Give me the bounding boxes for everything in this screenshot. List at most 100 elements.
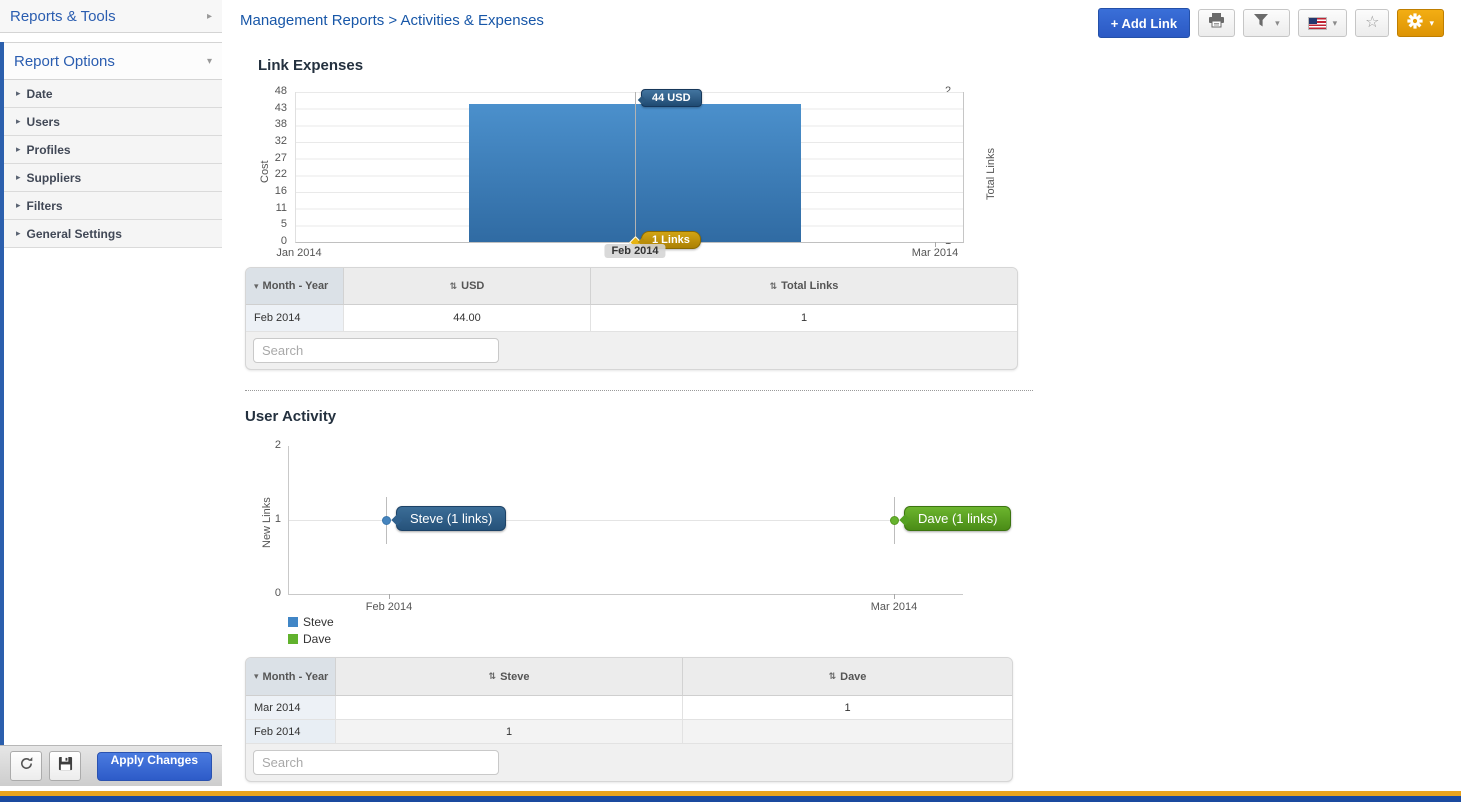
dave-tooltip: Dave (1 links) bbox=[904, 506, 1011, 531]
section-separator bbox=[245, 390, 1033, 391]
sidebar-item-filters[interactable]: ▸ Filters bbox=[4, 192, 222, 220]
steve-swatch-icon bbox=[288, 617, 298, 627]
sidebar-item-label: Users bbox=[27, 115, 60, 129]
y-tick: 5 bbox=[245, 218, 287, 230]
search-input[interactable] bbox=[253, 338, 499, 363]
x-tickmark bbox=[935, 242, 936, 247]
app-root: Reports & Tools ▸ Report Options ▾ ▸ Dat… bbox=[0, 0, 1461, 802]
y-tick: 16 bbox=[245, 185, 287, 197]
steve-tooltip: Steve (1 links) bbox=[396, 506, 506, 531]
apply-changes-button[interactable]: Apply Changes bbox=[97, 752, 212, 781]
column-header-label: Month - Year bbox=[263, 280, 329, 292]
cell-total-links: 1 bbox=[591, 305, 1017, 332]
x-tick-feb: Feb 2014 bbox=[366, 601, 412, 613]
top-toolbar: + Add Link ▾ ▾ ☆ ▾ bbox=[1098, 8, 1444, 38]
cell-month-year: Feb 2014 bbox=[246, 720, 336, 744]
sidebar-item-profiles[interactable]: ▸ Profiles bbox=[4, 136, 222, 164]
sort-both-icon: ⇅ bbox=[770, 281, 778, 292]
caret-down-icon: ▾ bbox=[1333, 18, 1338, 29]
search-input[interactable] bbox=[253, 750, 499, 775]
add-link-button[interactable]: + Add Link bbox=[1098, 8, 1190, 38]
caret-down-icon: ▾ bbox=[207, 56, 212, 67]
star-icon: ☆ bbox=[1365, 15, 1379, 31]
legend-item-dave[interactable]: Dave bbox=[288, 632, 334, 646]
x-tickmark bbox=[894, 594, 895, 599]
sidebar-item-date[interactable]: ▸ Date bbox=[4, 80, 222, 108]
total-links-axis-label: Total Links bbox=[985, 148, 997, 200]
chart-legend: Steve Dave bbox=[288, 615, 334, 646]
us-flag-icon bbox=[1308, 17, 1327, 30]
caret-right-icon: ▸ bbox=[16, 144, 21, 155]
gear-icon bbox=[1407, 13, 1423, 34]
column-header-month-year[interactable]: ▾ Month - Year bbox=[246, 658, 336, 696]
user-activity-table: ▾ Month - Year ⇅ Steve ⇅ Dave Mar 2014 1… bbox=[245, 657, 1013, 782]
cell-dave bbox=[683, 720, 1012, 744]
favorite-button[interactable]: ☆ bbox=[1355, 9, 1389, 37]
y-tick: 22 bbox=[245, 168, 287, 180]
breadcrumb-management-reports[interactable]: Management Reports bbox=[240, 12, 384, 29]
column-header-dave[interactable]: ⇅ Dave bbox=[683, 658, 1012, 696]
column-header-usd[interactable]: ⇅ USD bbox=[344, 268, 591, 305]
column-header-label: Total Links bbox=[781, 280, 838, 292]
plot-area: Steve (1 links) Dave (1 links) Feb 2014 … bbox=[288, 446, 963, 595]
breadcrumb-activities-expenses: Activities & Expenses bbox=[401, 12, 544, 29]
legend-item-steve[interactable]: Steve bbox=[288, 615, 334, 629]
crosshair-line bbox=[635, 92, 636, 242]
sidebar-item-label: General Settings bbox=[27, 227, 122, 241]
dave-swatch-icon bbox=[288, 634, 298, 644]
link-expenses-table: ▾ Month - Year ⇅ USD ⇅ Total Links Feb 2… bbox=[245, 267, 1018, 370]
report-options-header[interactable]: Report Options ▾ bbox=[4, 43, 222, 80]
caret-right-icon: ▸ bbox=[16, 228, 21, 239]
column-header-label: Steve bbox=[500, 671, 529, 683]
table-row: Feb 2014 1 bbox=[246, 720, 1012, 744]
y-tick: 0 bbox=[245, 235, 287, 247]
cell-steve bbox=[336, 696, 683, 720]
sort-both-icon: ⇅ bbox=[450, 281, 458, 292]
sidebar-item-label: Date bbox=[27, 87, 53, 101]
cell-month-year: Feb 2014 bbox=[246, 305, 344, 332]
table-header-row: ▾ Month - Year ⇅ USD ⇅ Total Links bbox=[246, 268, 1017, 305]
column-header-label: Dave bbox=[840, 671, 866, 683]
caret-right-icon: ▸ bbox=[207, 11, 212, 22]
legend-label: Steve bbox=[303, 615, 334, 629]
steve-data-point[interactable] bbox=[382, 516, 391, 525]
column-header-label: USD bbox=[461, 280, 484, 292]
caret-right-icon: ▸ bbox=[16, 200, 21, 211]
table-row: Mar 2014 1 bbox=[246, 696, 1012, 720]
sort-both-icon: ⇅ bbox=[829, 671, 837, 682]
legend-label: Dave bbox=[303, 632, 331, 646]
x-tick-mar: Mar 2014 bbox=[912, 247, 958, 259]
sidebar-header-reports-tools[interactable]: Reports & Tools ▸ bbox=[0, 0, 222, 33]
sidebar-item-general-settings[interactable]: ▸ General Settings bbox=[4, 220, 222, 248]
sidebar-item-label: Filters bbox=[27, 199, 63, 213]
print-button[interactable] bbox=[1198, 9, 1235, 37]
footer-blue-bar bbox=[0, 796, 1461, 802]
table-header-row: ▾ Month - Year ⇅ Steve ⇅ Dave bbox=[246, 658, 1012, 696]
caret-down-icon: ▾ bbox=[1429, 18, 1434, 29]
refresh-button[interactable] bbox=[10, 751, 42, 781]
column-header-total-links[interactable]: ⇅ Total Links bbox=[591, 268, 1017, 305]
usd-tooltip: 44 USD bbox=[641, 89, 702, 107]
settings-dropdown-button[interactable]: ▾ bbox=[1397, 9, 1444, 37]
sidebar-item-suppliers[interactable]: ▸ Suppliers bbox=[4, 164, 222, 192]
sidebar: Reports & Tools ▸ Report Options ▾ ▸ Dat… bbox=[0, 0, 222, 802]
sidebar-footer: Apply Changes bbox=[0, 745, 222, 786]
caret-down-icon: ▾ bbox=[1275, 18, 1280, 29]
table-row: Feb 2014 44.00 1 bbox=[246, 305, 1017, 332]
sidebar-item-label: Profiles bbox=[27, 143, 71, 157]
filter-icon bbox=[1253, 14, 1269, 32]
save-icon bbox=[58, 756, 73, 776]
x-tick-jan: Jan 2014 bbox=[276, 247, 321, 259]
column-header-steve[interactable]: ⇅ Steve bbox=[336, 658, 683, 696]
sort-both-icon: ⇅ bbox=[489, 671, 497, 682]
save-button[interactable] bbox=[49, 751, 81, 781]
filter-dropdown-button[interactable]: ▾ bbox=[1243, 9, 1290, 37]
link-expenses-title: Link Expenses bbox=[258, 57, 363, 74]
column-header-month-year[interactable]: ▾ Month - Year bbox=[246, 268, 344, 305]
y-tick: 43 bbox=[245, 102, 287, 114]
language-dropdown-button[interactable]: ▾ bbox=[1298, 9, 1348, 37]
sidebar-item-users[interactable]: ▸ Users bbox=[4, 108, 222, 136]
y-tick: 1 bbox=[245, 513, 281, 525]
dave-data-point[interactable] bbox=[890, 516, 899, 525]
cell-steve: 1 bbox=[336, 720, 683, 744]
